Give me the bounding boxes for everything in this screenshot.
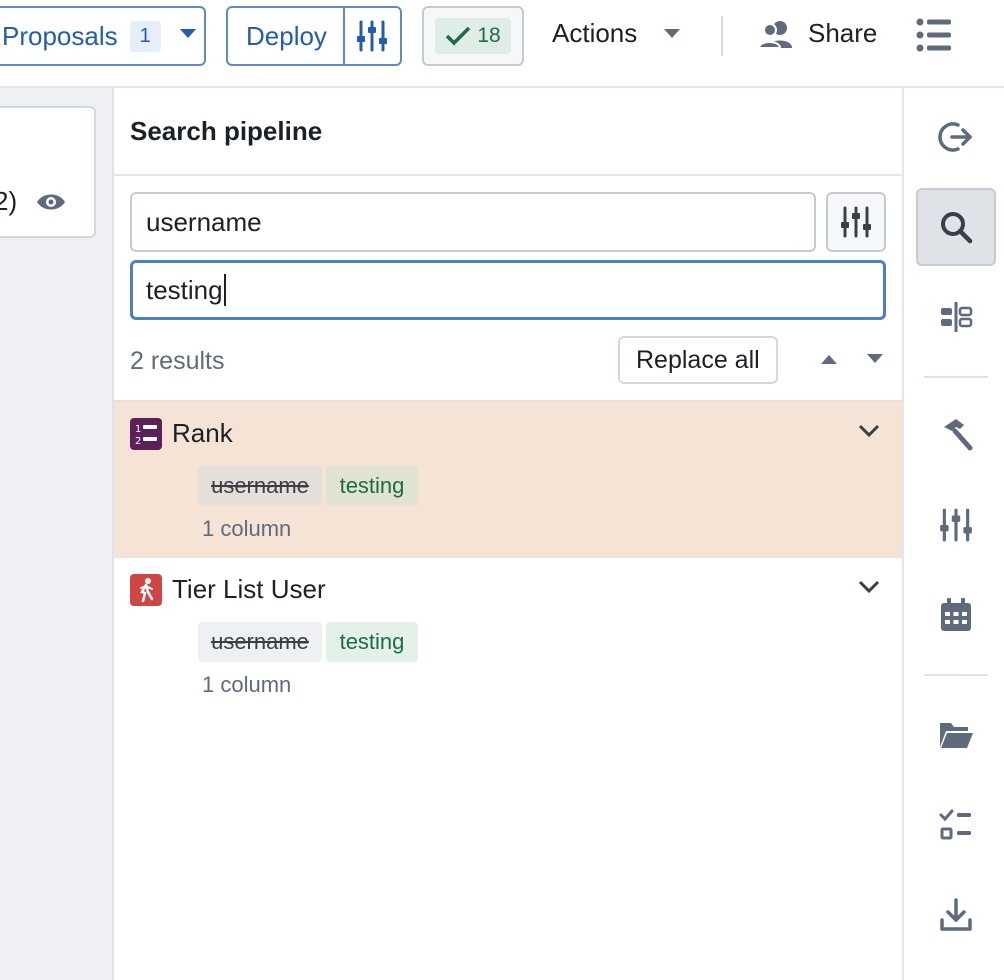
svg-text:1: 1: [135, 424, 141, 435]
search-input[interactable]: username: [130, 192, 816, 252]
pipeline-node[interactable]: 2): [0, 106, 96, 238]
toolbar-divider: [721, 16, 723, 56]
actions-menu-button[interactable]: Actions: [552, 18, 681, 49]
checks-count: 18: [477, 24, 501, 47]
rank-icon: 1 2: [130, 418, 162, 450]
sliders-icon: [357, 20, 388, 52]
caret-down-icon: [179, 27, 197, 45]
people-icon: [758, 20, 792, 49]
proposals-button[interactable]: Proposals 1: [0, 6, 206, 66]
list-icon: [916, 18, 951, 52]
svg-text:2: 2: [135, 436, 141, 447]
caret-up-icon: [821, 355, 837, 364]
search-panel-button[interactable]: [916, 188, 996, 266]
panel-title: Search pipeline: [130, 115, 323, 146]
results-count: 2 results: [130, 346, 225, 375]
result-meta: 1 column: [202, 516, 292, 541]
checklist-icon: [939, 809, 971, 840]
split-view-icon: [941, 302, 973, 332]
share-button[interactable]: Share: [758, 18, 877, 49]
build-button[interactable]: [916, 396, 996, 474]
rail-divider: [924, 376, 988, 378]
result-name: Rank: [172, 418, 233, 448]
user-running-icon: [130, 574, 162, 606]
download-button[interactable]: [916, 876, 996, 954]
folder-icon: [940, 723, 973, 748]
replace-input[interactable]: testing: [130, 260, 886, 320]
calendar-icon: [941, 598, 971, 631]
top-toolbar: Proposals 1 Deploy 18 Actions Share: [0, 0, 1004, 88]
pipeline-canvas[interactable]: 2): [0, 88, 114, 980]
schedule-button[interactable]: [916, 576, 996, 654]
proposals-count-badge: 1: [129, 20, 161, 52]
eye-icon[interactable]: [36, 192, 66, 217]
check-icon: [446, 26, 471, 46]
compare-view-button[interactable]: [916, 278, 996, 356]
sliders-icon: [940, 508, 972, 542]
actions-label: Actions: [552, 18, 638, 48]
chevron-down-icon[interactable]: [858, 580, 880, 599]
parameters-button[interactable]: [916, 486, 996, 564]
exit-panel-button[interactable]: [916, 98, 996, 176]
search-icon: [941, 212, 973, 244]
deploy-button-group: Deploy: [226, 6, 402, 66]
match-new-value: testing: [326, 466, 418, 506]
panel-header: Search pipeline: [114, 88, 902, 176]
right-sidebar: [902, 88, 1004, 980]
deploy-button[interactable]: Deploy: [228, 8, 345, 64]
match-old-value: username: [198, 622, 322, 662]
replace-input-value: testing: [146, 274, 223, 305]
exit-icon: [938, 122, 972, 152]
search-result-item[interactable]: 1 2 Rank username testing 1 column: [114, 400, 902, 558]
checks-button[interactable]: 18: [422, 6, 524, 66]
text-cursor: [223, 274, 226, 306]
checks-badge: 18: [435, 18, 511, 54]
share-label: Share: [808, 18, 878, 48]
node-label: 2): [0, 186, 18, 216]
caret-down-icon: [664, 28, 681, 38]
match-new-value: testing: [326, 622, 418, 662]
search-panel: Search pipeline username testing 2 resul…: [114, 88, 902, 980]
checklist-button[interactable]: [916, 786, 996, 864]
results-toolbar: 2 results Replace all: [130, 336, 886, 386]
hammer-icon: [944, 419, 973, 451]
sliders-icon: [841, 206, 871, 238]
search-options-button[interactable]: [826, 192, 886, 252]
chevron-down-icon[interactable]: [858, 424, 880, 443]
result-meta: 1 column: [202, 672, 292, 697]
caret-down-icon: [867, 354, 883, 363]
proposals-label: Proposals: [2, 20, 118, 51]
search-input-value: username: [146, 206, 262, 237]
rail-divider: [924, 674, 988, 676]
files-button[interactable]: [916, 696, 996, 774]
match-old-value: username: [198, 466, 322, 506]
next-result-button[interactable]: [866, 352, 884, 370]
previous-result-button[interactable]: [820, 352, 838, 370]
deploy-settings-button[interactable]: [345, 8, 400, 64]
replace-all-button[interactable]: Replace all: [618, 336, 778, 384]
result-name: Tier List User: [172, 574, 326, 604]
list-menu-button[interactable]: [916, 18, 952, 57]
search-result-item[interactable]: Tier List User username testing 1 column: [114, 558, 902, 716]
download-icon: [940, 898, 972, 931]
